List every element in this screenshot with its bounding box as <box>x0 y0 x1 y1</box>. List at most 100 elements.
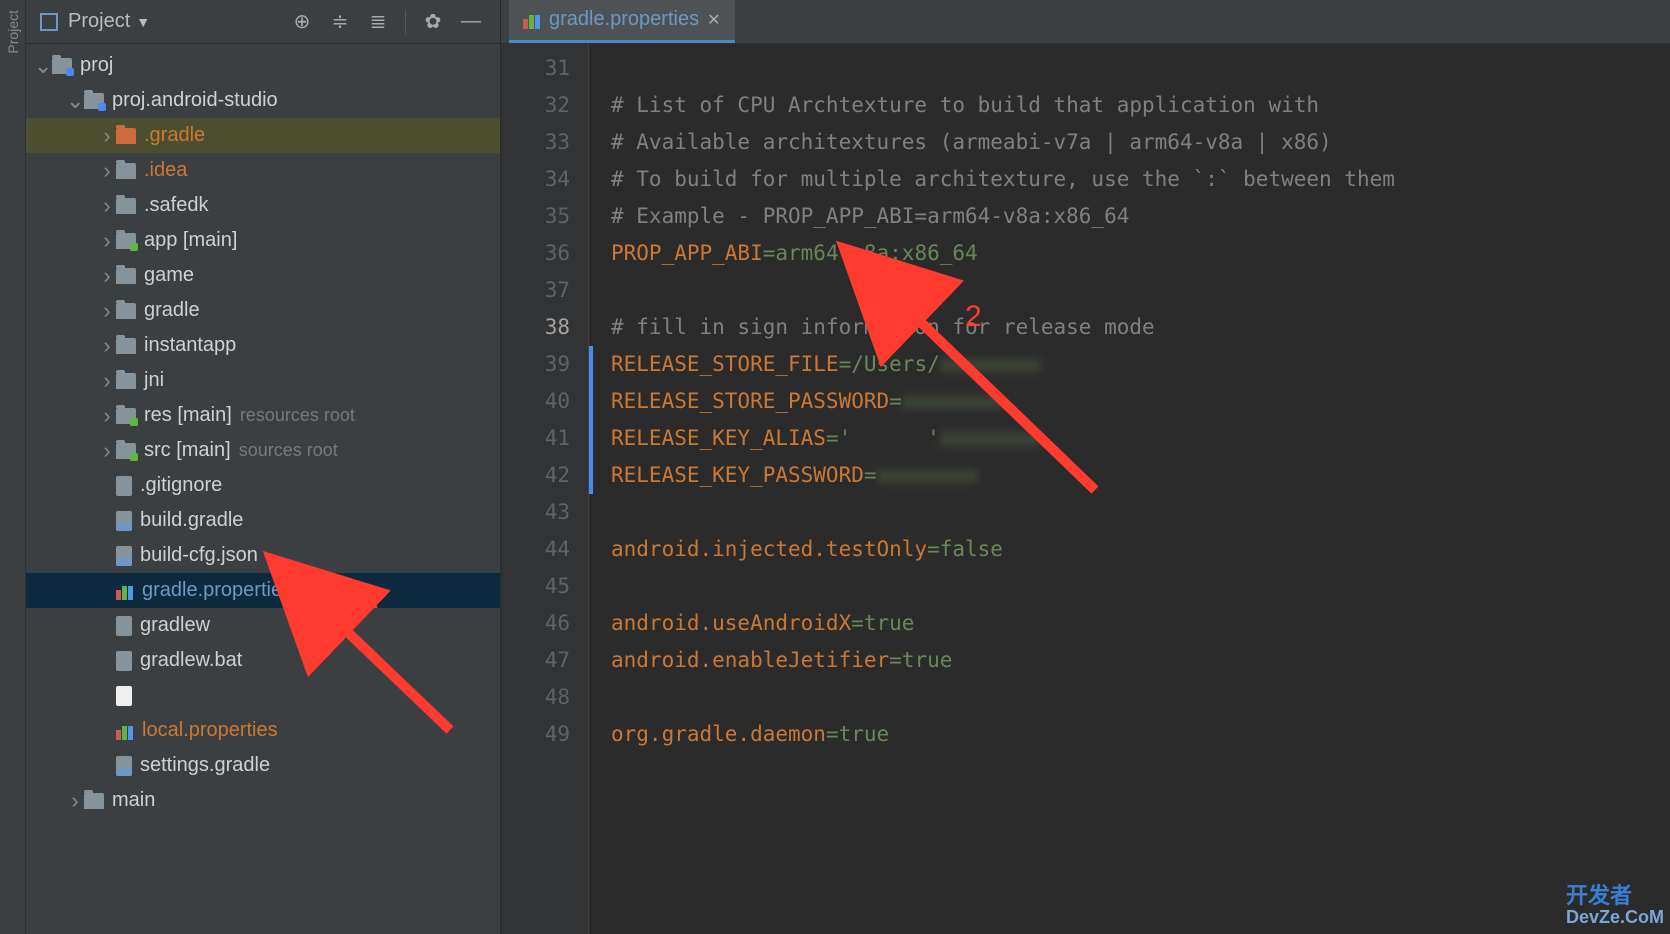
line-number: 31 <box>501 50 570 87</box>
watermark: 开发者 DevZe.CoM <box>1566 884 1664 928</box>
tree-item-label: main <box>112 789 155 812</box>
code-line[interactable]: # Available architextures (armeabi-v7a |… <box>611 124 1670 161</box>
module-folder-icon <box>84 93 104 109</box>
chevron-down-icon[interactable]: ⌄ <box>34 53 52 79</box>
tree-item-label: .gitignore <box>140 474 222 497</box>
code-line[interactable]: android.enableJetifier=true <box>611 642 1670 679</box>
chevron-right-icon[interactable]: › <box>98 298 116 324</box>
expand-icon[interactable]: ≑ <box>327 9 353 35</box>
code-content[interactable]: # List of CPU Archtexture to build that … <box>589 44 1670 934</box>
tree-item--idea[interactable]: ›.idea <box>26 153 500 188</box>
tree-item--safedk[interactable]: ›.safedk <box>26 188 500 223</box>
project-panel-title[interactable]: Project <box>68 10 130 33</box>
code-line[interactable]: # To build for multiple architexture, us… <box>611 161 1670 198</box>
code-line[interactable] <box>611 50 1670 87</box>
project-view-icon <box>40 13 58 31</box>
line-number: 34 <box>501 161 570 198</box>
tree-item-res-main-[interactable]: › res [main] resources root <box>26 398 500 433</box>
code-line[interactable] <box>611 679 1670 716</box>
line-number: 40 <box>501 383 570 420</box>
line-number: 33 <box>501 124 570 161</box>
line-number: 44 <box>501 531 570 568</box>
code-line[interactable]: RELEASE_STORE_PASSWORD=xxxxxxxx <box>611 383 1670 420</box>
chevron-right-icon[interactable]: › <box>98 263 116 289</box>
code-line[interactable]: # Example - PROP_APP_ABI=arm64-v8a:x86_6… <box>611 198 1670 235</box>
tree-item-jni[interactable]: ›jni <box>26 363 500 398</box>
annotation-label-1: 1 <box>362 582 379 616</box>
tree-item-instantapp[interactable]: › instantapp <box>26 328 500 363</box>
tree-item-proj[interactable]: ⌄ proj <box>26 48 500 83</box>
code-line[interactable] <box>611 272 1670 309</box>
code-line[interactable] <box>611 568 1670 605</box>
tree-item-label: instantapp <box>144 334 236 357</box>
line-number: 43 <box>501 494 570 531</box>
tree-item-label: res [main] <box>144 404 232 427</box>
tree-item-label: gradlew <box>140 614 210 637</box>
tree-item-gradle[interactable]: ›gradle <box>26 293 500 328</box>
code-line[interactable]: android.useAndroidX=true <box>611 605 1670 642</box>
code-editor[interactable]: 31323334353637383940414243444546474849 #… <box>501 44 1670 934</box>
tree-item-app-main-[interactable]: › app [main] <box>26 223 500 258</box>
tree-item-label: app [main] <box>144 229 237 252</box>
tree-item-build-cfg-json[interactable]: build-cfg.json <box>26 538 500 573</box>
file-icon <box>116 616 132 636</box>
chevron-right-icon[interactable]: › <box>98 123 116 149</box>
line-number: 37 <box>501 272 570 309</box>
tree-item-game[interactable]: › game <box>26 258 500 293</box>
project-panel-header: Project ▼ ⊕ ≑ ≣ ✿ — <box>26 0 500 44</box>
minimize-icon[interactable]: — <box>458 9 484 35</box>
folder-icon <box>84 793 104 809</box>
code-line[interactable]: org.gradle.daemon=true <box>611 716 1670 753</box>
tree-item-gradle-properties[interactable]: gradle.properties <box>26 573 500 608</box>
file-icon <box>116 686 132 706</box>
chevron-right-icon[interactable]: › <box>98 403 116 429</box>
target-icon[interactable]: ⊕ <box>289 9 315 35</box>
tree-item-proj-android-studio[interactable]: ⌄proj.android-studio <box>26 83 500 118</box>
chevron-down-icon[interactable]: ▼ <box>136 14 150 30</box>
tree-item-build-gradle[interactable]: build.gradle <box>26 503 500 538</box>
code-line[interactable]: RELEASE_STORE_FILE=/Users/xxxxxxxx <box>611 346 1670 383</box>
chevron-right-icon[interactable]: › <box>98 438 116 464</box>
file-icon <box>116 651 132 671</box>
code-line[interactable]: android.injected.testOnly=false <box>611 531 1670 568</box>
project-tree[interactable]: ⌄proj⌄proj.android-studio›.gradle›.idea›… <box>26 44 500 934</box>
tree-item-label: game <box>144 264 194 287</box>
folder-icon <box>116 303 136 319</box>
tree-item-local-properties[interactable]: local.properties <box>26 713 500 748</box>
chevron-right-icon[interactable]: › <box>98 193 116 219</box>
code-line[interactable]: # List of CPU Archtexture to build that … <box>611 87 1670 124</box>
folder-icon <box>116 128 136 144</box>
tree-item-label: settings.gradle <box>140 754 270 777</box>
chevron-right-icon[interactable]: › <box>66 788 84 814</box>
folder-icon <box>116 268 136 284</box>
chevron-right-icon[interactable]: › <box>98 158 116 184</box>
code-line[interactable]: PROP_APP_ABI=arm64-v8a:x86_64 <box>611 235 1670 272</box>
tree-item--[interactable] <box>26 678 500 713</box>
vtab-project[interactable]: Project <box>5 10 21 54</box>
tree-item-main[interactable]: › main <box>26 783 500 818</box>
code-line[interactable]: RELEASE_KEY_PASSWORD=xxxxxxxx <box>611 457 1670 494</box>
tab-gradle-properties[interactable]: gradle.properties ✕ <box>509 0 735 43</box>
tree-item--gitignore[interactable]: .gitignore <box>26 468 500 503</box>
code-line[interactable] <box>611 494 1670 531</box>
tree-item-suffix: resources root <box>240 405 355 426</box>
line-number: 42 <box>501 457 570 494</box>
code-line[interactable]: RELEASE_KEY_ALIAS=' 'xxxxxxxx <box>611 420 1670 457</box>
tree-item-gradlew-bat[interactable]: gradlew.bat <box>26 643 500 678</box>
tree-item-gradlew[interactable]: gradlew <box>26 608 500 643</box>
gear-icon[interactable]: ✿ <box>420 9 446 35</box>
chevron-right-icon[interactable]: › <box>98 333 116 359</box>
code-line[interactable]: # fill in sign information for release m… <box>611 309 1670 346</box>
chevron-down-icon[interactable]: ⌄ <box>66 88 84 114</box>
tree-item--gradle[interactable]: ›.gradle <box>26 118 500 153</box>
scroll-icon[interactable]: ≣ <box>365 9 391 35</box>
tree-item-label: proj <box>80 54 113 77</box>
close-icon[interactable]: ✕ <box>707 10 720 30</box>
line-number: 36 <box>501 235 570 272</box>
chevron-right-icon[interactable]: › <box>98 368 116 394</box>
tree-item-src-main-[interactable]: ›src [main]sources root <box>26 433 500 468</box>
chevron-right-icon[interactable]: › <box>98 228 116 254</box>
editor-area: gradle.properties ✕ 31323334353637383940… <box>501 0 1670 934</box>
line-number: 45 <box>501 568 570 605</box>
tree-item-settings-gradle[interactable]: settings.gradle <box>26 748 500 783</box>
